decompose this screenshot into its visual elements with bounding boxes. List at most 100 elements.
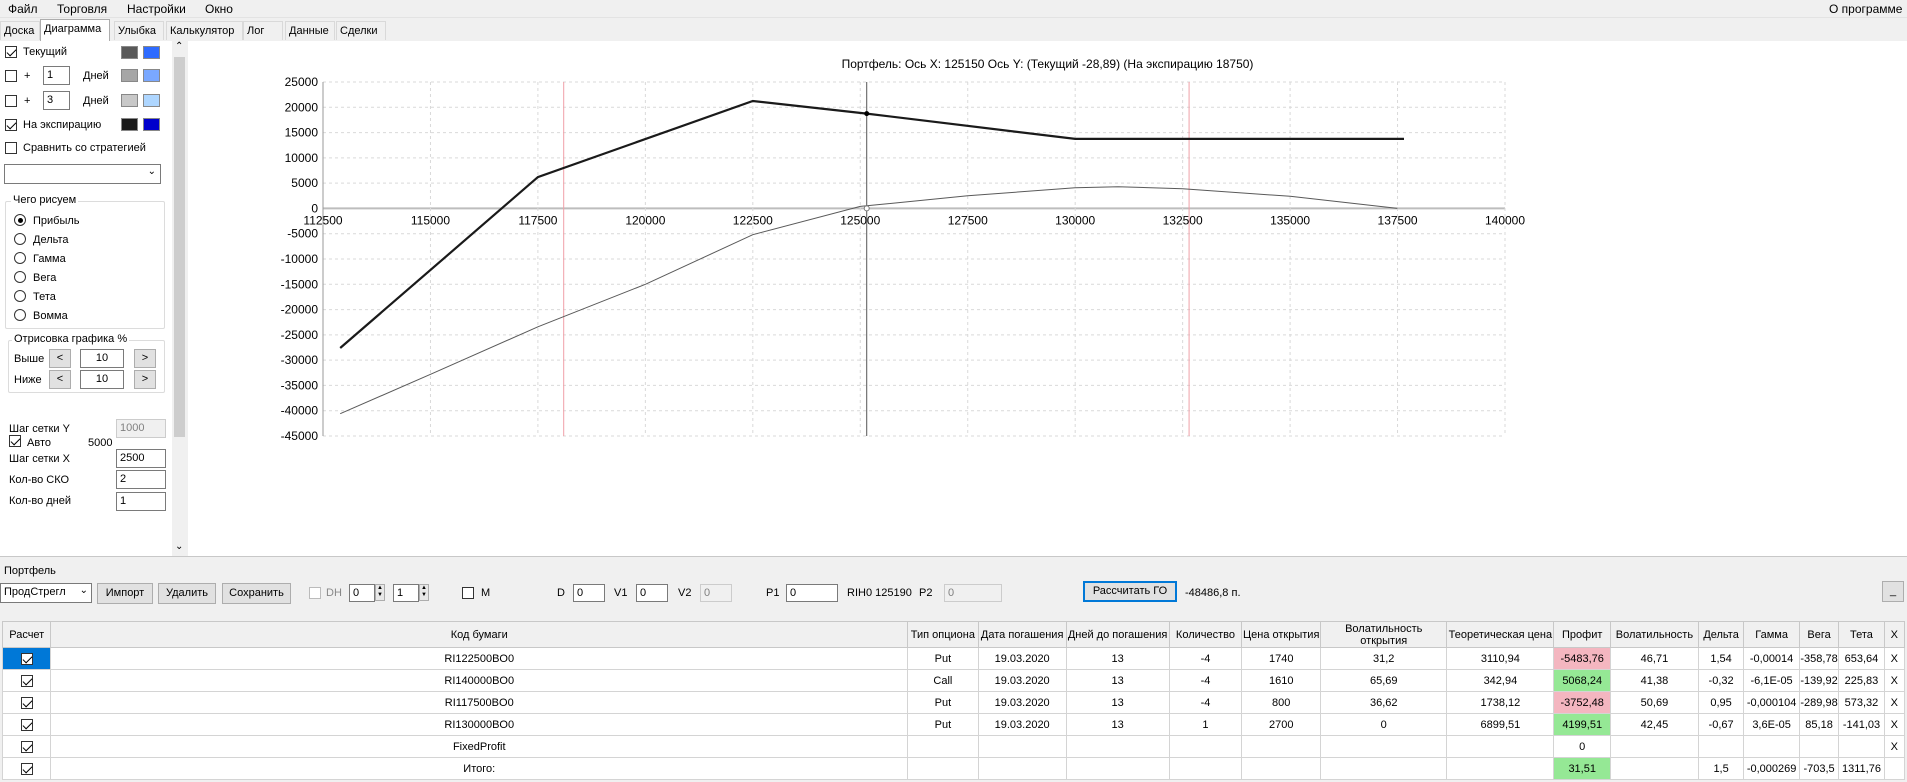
qty-cell[interactable]: 1 xyxy=(1168,713,1243,736)
theo-cell[interactable] xyxy=(1446,735,1555,758)
profit-cell[interactable]: -3752,48 xyxy=(1553,691,1611,714)
radio-theta[interactable] xyxy=(14,290,26,302)
vol-open-cell[interactable] xyxy=(1320,757,1448,780)
theta-cell[interactable]: 573,32 xyxy=(1838,691,1885,714)
dh-spin2[interactable]: 1 xyxy=(393,584,419,602)
col-delta[interactable]: Дельта xyxy=(1697,621,1745,648)
vega-cell[interactable]: -703,5 xyxy=(1798,757,1840,780)
vega-cell[interactable]: -289,98 xyxy=(1798,691,1840,714)
col-x[interactable]: X xyxy=(1883,621,1906,648)
table-row[interactable]: RI140000BO0 Call 19.03.2020 13 -4 1610 6… xyxy=(1,669,1906,692)
spin1-arrows[interactable]: ▲ ▼ xyxy=(375,584,385,601)
vol-cell[interactable] xyxy=(1609,735,1699,758)
col-profit[interactable]: Профит xyxy=(1553,621,1611,648)
row-checkbox[interactable] xyxy=(20,674,33,687)
radio-profit[interactable] xyxy=(14,214,26,226)
below-increase-button[interactable]: > xyxy=(134,370,156,389)
dh-checkbox[interactable] xyxy=(309,587,321,599)
payoff-chart[interactable]: 2500020000150001000050000-5000-10000-150… xyxy=(188,41,1907,556)
tab-diagram[interactable]: Диаграмма xyxy=(40,19,110,41)
type-cell[interactable]: Put xyxy=(907,647,979,670)
delete-row-button[interactable]: X xyxy=(1883,691,1906,714)
row-calc-cell[interactable] xyxy=(1,669,52,692)
delete-row-button[interactable]: X xyxy=(1883,647,1906,670)
days-cell[interactable]: 13 xyxy=(1065,669,1170,692)
tab-board[interactable]: Доска xyxy=(0,21,40,40)
radio-delta[interactable] xyxy=(14,233,26,245)
below-decrease-button[interactable]: < xyxy=(49,370,71,389)
open-cell[interactable]: 2700 xyxy=(1241,713,1322,736)
theo-cell[interactable]: 3110,94 xyxy=(1446,647,1555,670)
vol-open-cell[interactable]: 65,69 xyxy=(1320,669,1448,692)
tab-smile[interactable]: Улыбка xyxy=(114,21,164,40)
vol-open-cell[interactable] xyxy=(1320,735,1448,758)
days-cell[interactable]: 13 xyxy=(1065,691,1170,714)
grid-y-input[interactable]: 1000 xyxy=(116,419,166,438)
row-checkbox[interactable] xyxy=(20,718,33,731)
delete-row-button[interactable]: X xyxy=(1883,713,1906,736)
d-input[interactable]: 0 xyxy=(573,584,605,602)
above-input[interactable]: 10 xyxy=(80,349,124,368)
expiry-checkbox[interactable] xyxy=(5,119,17,131)
below-input[interactable]: 10 xyxy=(80,370,124,389)
v1-input[interactable]: 0 xyxy=(636,584,668,602)
date-cell[interactable] xyxy=(977,757,1067,780)
days1-input[interactable]: 1 xyxy=(43,66,70,85)
theta-cell[interactable]: -141,03 xyxy=(1838,713,1885,736)
row-calc-cell[interactable] xyxy=(1,713,52,736)
row-checkbox[interactable] xyxy=(20,740,33,753)
m-checkbox[interactable] xyxy=(462,587,474,599)
delta-cell[interactable]: -0,32 xyxy=(1697,669,1745,692)
row-calc-cell[interactable] xyxy=(1,691,52,714)
delta-cell[interactable]: 1,5 xyxy=(1697,757,1745,780)
v2-input[interactable]: 0 xyxy=(700,584,732,602)
days1-checkbox[interactable] xyxy=(5,70,17,82)
p2-input[interactable]: 0 xyxy=(944,584,1002,602)
menu-window[interactable]: Окно xyxy=(205,2,233,16)
delta-cell[interactable]: 1,54 xyxy=(1697,647,1745,670)
grid-x-input[interactable]: 2500 xyxy=(116,449,166,468)
profit-cell[interactable]: 4199,51 xyxy=(1553,713,1611,736)
type-cell[interactable] xyxy=(907,735,979,758)
col-vol[interactable]: Волатильность xyxy=(1609,621,1699,648)
days2-input[interactable]: 3 xyxy=(43,91,70,110)
vega-cell[interactable]: -358,78 xyxy=(1798,647,1840,670)
days-count-input[interactable]: 1 xyxy=(116,492,166,511)
profit-cell[interactable]: 31,51 xyxy=(1553,757,1611,780)
vol-cell[interactable]: 42,45 xyxy=(1609,713,1699,736)
table-row[interactable]: RI130000BO0 Put 19.03.2020 13 1 2700 0 6… xyxy=(1,713,1906,736)
theta-cell[interactable]: 225,83 xyxy=(1838,669,1885,692)
open-cell[interactable] xyxy=(1241,757,1322,780)
theo-cell[interactable] xyxy=(1446,757,1555,780)
col-theo[interactable]: Теоретическая цена xyxy=(1446,621,1555,648)
tab-log[interactable]: Лог xyxy=(243,21,283,40)
sko-input[interactable]: 2 xyxy=(116,470,166,489)
date-cell[interactable]: 19.03.2020 xyxy=(977,713,1067,736)
delta-cell[interactable]: -0,67 xyxy=(1697,713,1745,736)
menu-about[interactable]: О программе xyxy=(1829,2,1902,16)
p1-input[interactable]: 0 xyxy=(786,584,838,602)
compare-checkbox[interactable] xyxy=(5,142,17,154)
menu-file[interactable]: Файл xyxy=(8,2,38,16)
scroll-down-icon[interactable]: ⌄ xyxy=(175,541,183,552)
delete-button[interactable]: Удалить xyxy=(158,583,216,604)
code-cell[interactable]: FixedProfit xyxy=(50,735,909,758)
qty-cell[interactable]: -4 xyxy=(1168,647,1243,670)
date-cell[interactable] xyxy=(977,735,1067,758)
tab-deals[interactable]: Сделки xyxy=(336,21,386,40)
radio-vega[interactable] xyxy=(14,271,26,283)
date-cell[interactable]: 19.03.2020 xyxy=(977,691,1067,714)
x-cell[interactable] xyxy=(1883,757,1906,780)
gamma-cell[interactable] xyxy=(1743,735,1800,758)
days2-color-light-swatch[interactable] xyxy=(143,94,160,107)
vol-cell[interactable]: 41,38 xyxy=(1609,669,1699,692)
open-cell[interactable]: 1610 xyxy=(1241,669,1322,692)
col-vega[interactable]: Вега xyxy=(1798,621,1840,648)
expiry-color-dark-swatch[interactable] xyxy=(121,118,138,131)
gamma-cell[interactable]: -0,000104 xyxy=(1743,691,1800,714)
days-cell[interactable] xyxy=(1065,735,1170,758)
current-color-light-swatch[interactable] xyxy=(143,46,160,59)
theta-cell[interactable]: 653,64 xyxy=(1838,647,1885,670)
days2-checkbox[interactable] xyxy=(5,95,17,107)
auto-checkbox[interactable] xyxy=(9,435,21,447)
